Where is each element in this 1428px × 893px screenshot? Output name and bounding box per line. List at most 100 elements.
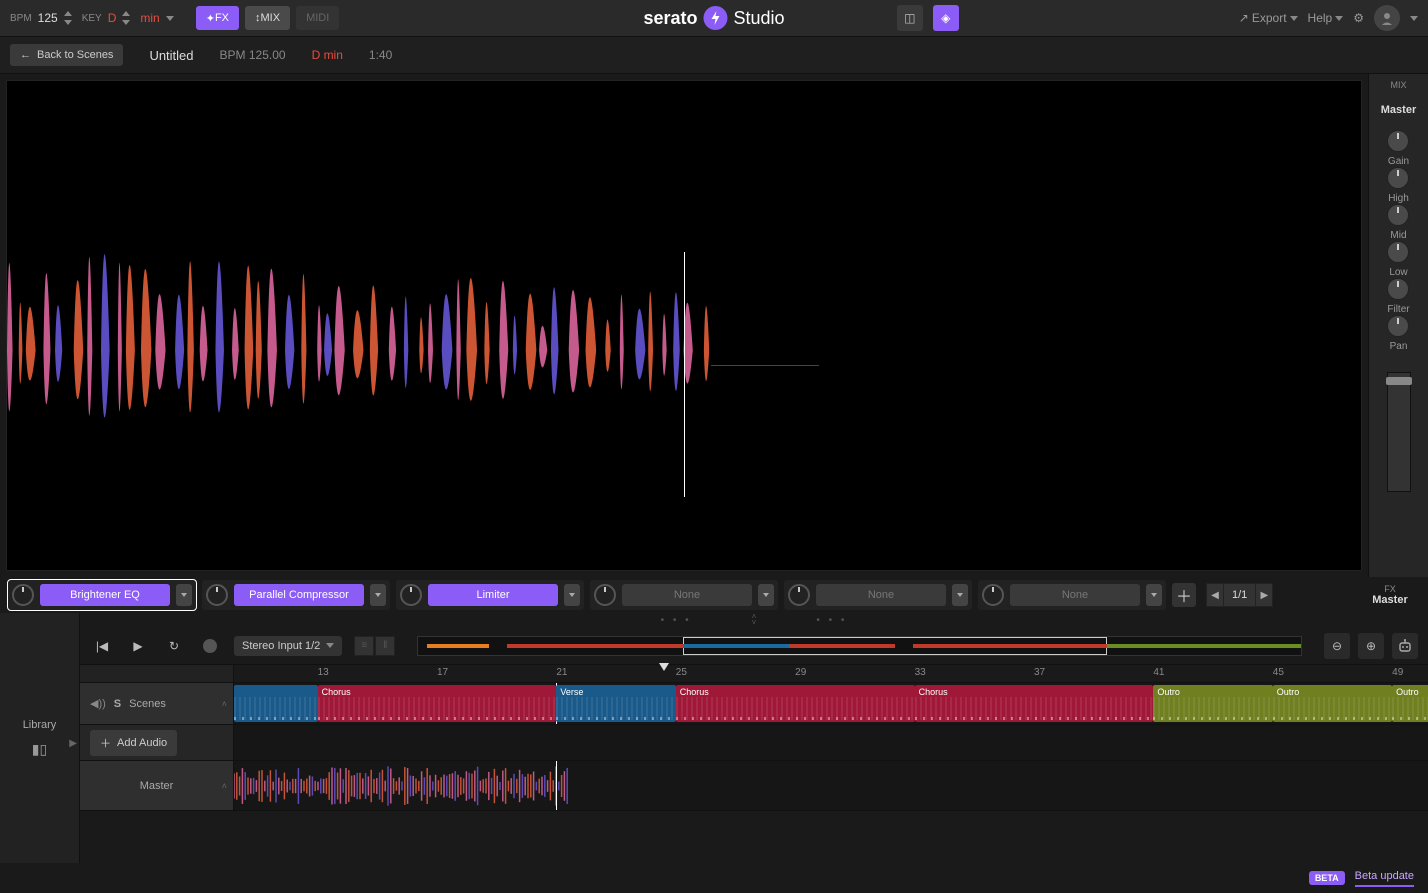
beta-update-link[interactable]: Beta update <box>1355 870 1414 887</box>
fx-name[interactable]: Parallel Compressor <box>234 584 364 606</box>
master-track-body[interactable] <box>234 761 1428 810</box>
fx-button[interactable]: ✦ FX <box>196 6 239 30</box>
bpm-value[interactable]: 125 <box>38 11 58 25</box>
chevron-down-icon[interactable] <box>1410 16 1418 21</box>
scenes-track-header[interactable]: ◀)) S Scenes ˄ <box>80 683 234 724</box>
project-title[interactable]: Untitled <box>149 48 193 63</box>
ruler-playhead-icon[interactable] <box>659 663 669 671</box>
fx-page-prev-button[interactable]: ◀ <box>1206 583 1224 607</box>
fx-dropdown-button[interactable] <box>952 584 968 606</box>
scene-clip[interactable]: Chorus <box>676 685 915 722</box>
skip-back-icon: |◀ <box>96 639 108 653</box>
key-scale-dropdown-icon[interactable] <box>166 16 174 21</box>
project-key: D min <box>312 48 343 62</box>
library-rail[interactable]: Library ▮▯ ▶ <box>0 613 80 863</box>
arrow-left-icon: ← <box>20 49 31 61</box>
add-audio-button[interactable]: ＋ Add Audio <box>90 730 177 756</box>
panel-toggle-2-button[interactable]: ◈ <box>933 5 959 31</box>
master-track-header[interactable]: Master ˄ <box>80 761 234 810</box>
master-fader[interactable] <box>1387 372 1411 492</box>
fx-dropdown-button[interactable] <box>176 584 192 606</box>
scene-clip[interactable]: Outro <box>1153 685 1272 722</box>
scene-clip[interactable] <box>234 685 318 722</box>
fx-knob[interactable] <box>982 584 1004 606</box>
key-spinner-icon[interactable] <box>120 11 130 25</box>
fx-dropdown-button[interactable] <box>758 584 774 606</box>
back-to-scenes-button[interactable]: ← Back to Scenes <box>10 44 123 66</box>
record-button[interactable] <box>198 634 222 658</box>
waveform-display[interactable] <box>6 80 1362 571</box>
arrangement-overview[interactable] <box>417 636 1302 656</box>
mid-knob[interactable] <box>1387 204 1409 226</box>
scene-clip[interactable]: Verse <box>556 685 675 722</box>
fx-knob[interactable] <box>788 584 810 606</box>
playhead-line[interactable] <box>684 252 685 497</box>
fx-knob[interactable] <box>400 584 422 606</box>
panel-toggle-1-button[interactable]: ◫ <box>897 5 923 31</box>
mixer-header-small: MIX <box>1390 80 1406 90</box>
fx-name[interactable]: None <box>622 584 752 606</box>
wand-icon: ✦ <box>206 12 215 25</box>
loop-button[interactable]: ↻ <box>162 634 186 658</box>
fx-knob[interactable] <box>12 584 34 606</box>
fader-handle[interactable] <box>1386 377 1412 385</box>
fx-slot-1[interactable]: Parallel Compressor <box>202 580 390 610</box>
fx-name[interactable]: None <box>816 584 946 606</box>
knob-label: Filter <box>1387 304 1409 315</box>
low-knob[interactable] <box>1387 241 1409 263</box>
fx-name[interactable]: Limiter <box>428 584 558 606</box>
chevron-up-icon[interactable]: ˄ <box>222 781 227 791</box>
fx-knob[interactable] <box>206 584 228 606</box>
scene-clip[interactable]: Outro <box>1392 685 1428 722</box>
play-button[interactable]: ▶ <box>126 634 150 658</box>
help-button[interactable]: Help <box>1308 11 1344 25</box>
fx-page-next-button[interactable]: ▶ <box>1255 583 1273 607</box>
brand-text-left: serato <box>643 8 697 29</box>
pan-knob[interactable] <box>1387 315 1409 337</box>
zoom-out-button[interactable]: ⊖ <box>1324 633 1350 659</box>
scene-clip[interactable]: Chorus <box>915 685 1154 722</box>
export-button[interactable]: ↗ Export <box>1239 11 1298 25</box>
scene-clip[interactable]: Outro <box>1273 685 1392 722</box>
speaker-icon[interactable]: ◀)) <box>90 697 106 710</box>
fx-slot-5[interactable]: None <box>978 580 1166 610</box>
key-scale[interactable]: min <box>140 11 159 25</box>
zoom-in-button[interactable]: ⊕ <box>1358 633 1384 659</box>
fx-dropdown-button[interactable] <box>1146 584 1162 606</box>
monitor-button-2[interactable]: ‖ <box>375 636 395 656</box>
add-audio-body[interactable] <box>234 725 1428 760</box>
scenes-track-body[interactable]: ChorusVerseChorusChorusOutroOutroOutro <box>234 683 1428 724</box>
midi-button[interactable]: MIDI <box>296 6 339 30</box>
mix-button[interactable]: ↕ MIX <box>245 6 290 30</box>
settings-button[interactable]: ⚙ <box>1353 11 1364 25</box>
high-knob[interactable] <box>1387 167 1409 189</box>
midi-button-label: MIDI <box>306 12 329 24</box>
monitor-button-1[interactable]: ≡ <box>354 636 374 656</box>
chevron-up-icon[interactable]: ˄ <box>222 699 227 709</box>
user-menu-button[interactable] <box>1374 5 1400 31</box>
fx-slot-0[interactable]: Brightener EQ <box>8 580 196 610</box>
solo-button[interactable]: S <box>114 698 121 710</box>
chevron-right-icon[interactable]: ▶ <box>69 738 77 749</box>
skip-start-button[interactable]: |◀ <box>90 634 114 658</box>
fx-slot-2[interactable]: Limiter <box>396 580 584 610</box>
fx-dropdown-button[interactable] <box>370 584 386 606</box>
fx-slot-4[interactable]: None <box>784 580 972 610</box>
key-note[interactable]: D <box>108 11 117 25</box>
gain-knob[interactable] <box>1387 130 1409 152</box>
timeline-ruler[interactable]: 13172125293337414549 <box>80 665 1428 683</box>
scene-clip[interactable]: Chorus <box>318 685 557 722</box>
fx-name[interactable]: None <box>1010 584 1140 606</box>
fx-name[interactable]: Brightener EQ <box>40 584 170 606</box>
fx-dropdown-button[interactable] <box>564 584 580 606</box>
input-selector[interactable]: Stereo Input 1/2 <box>234 636 342 656</box>
add-fx-button[interactable]: ＋ <box>1172 583 1196 607</box>
play-icon: ▶ <box>133 639 142 653</box>
fx-knob[interactable] <box>594 584 616 606</box>
splitter-handle[interactable]: • • • ˄˅ • • • <box>80 613 1428 627</box>
timeline-playhead[interactable] <box>556 761 557 810</box>
fx-slot-3[interactable]: None <box>590 580 778 610</box>
bpm-spinner-icon[interactable] <box>62 11 72 25</box>
robot-button[interactable] <box>1392 633 1418 659</box>
filter-knob[interactable] <box>1387 278 1409 300</box>
